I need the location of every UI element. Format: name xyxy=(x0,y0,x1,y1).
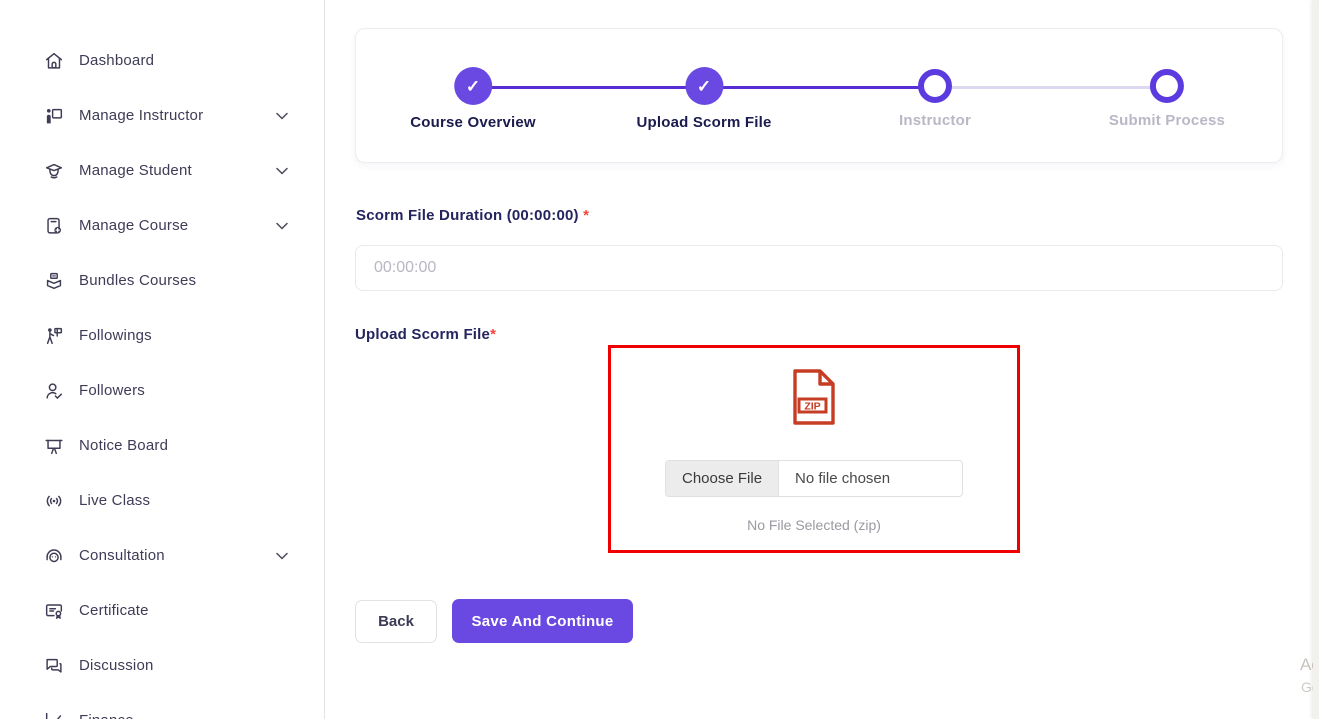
step-label: Upload Scorm File xyxy=(636,114,772,131)
step-label: Instructor xyxy=(898,112,972,129)
chevron-down-icon xyxy=(276,112,288,120)
step-pending-circle[interactable] xyxy=(917,69,952,103)
sidebar-item-label: Followers xyxy=(79,382,145,399)
sidebar-item-bundles-courses[interactable]: Bundles Courses xyxy=(0,253,324,308)
sidebar-item-certificate[interactable]: Certificate xyxy=(0,583,324,638)
scorm-duration-input[interactable] xyxy=(355,245,1283,291)
sidebar-item-label: Manage Course xyxy=(79,217,189,234)
sidebar-item-followers[interactable]: Followers xyxy=(0,363,324,418)
step-label: Course Overview xyxy=(410,114,536,131)
zip-file-icon: ZIP xyxy=(792,368,836,431)
scorm-upload-dropzone[interactable]: ZIP Choose File No file chosen No File S… xyxy=(608,345,1020,553)
sidebar-item-label: Notice Board xyxy=(79,437,169,454)
sidebar-item-finance[interactable]: Finance xyxy=(0,693,324,719)
sidebar: Dashboard Manage Instructor Manage Stude… xyxy=(0,0,325,719)
step-instructor: Instructor xyxy=(899,67,971,129)
student-icon xyxy=(42,159,66,183)
sidebar-item-label: Bundles Courses xyxy=(79,272,197,289)
back-button[interactable]: Back xyxy=(355,600,437,643)
sidebar-item-manage-student[interactable]: Manage Student xyxy=(0,143,324,198)
duration-field-label: Scorm File Duration (00:00:00) * xyxy=(356,207,590,224)
background-window-edge xyxy=(1313,0,1319,719)
sidebar-item-label: Finance xyxy=(79,712,134,719)
choose-file-button[interactable]: Choose File xyxy=(666,461,780,496)
sidebar-item-consultation[interactable]: Consultation xyxy=(0,528,324,583)
step-label: Submit Process xyxy=(1108,112,1226,129)
chevron-down-icon xyxy=(276,167,288,175)
file-input-control[interactable]: Choose File No file chosen xyxy=(665,460,963,497)
sidebar-item-label: Consultation xyxy=(79,547,165,564)
svg-text:ZIP: ZIP xyxy=(804,401,820,413)
followings-icon xyxy=(42,324,66,348)
sidebar-item-dashboard[interactable]: Dashboard xyxy=(0,33,324,88)
required-marker: * xyxy=(490,326,497,343)
chevron-down-icon xyxy=(276,552,288,560)
sidebar-item-label: Dashboard xyxy=(79,52,155,69)
step-pending-circle[interactable] xyxy=(1149,69,1184,103)
certificate-icon xyxy=(42,599,66,623)
check-icon: ✓ xyxy=(465,76,481,96)
home-icon xyxy=(42,49,66,73)
sidebar-item-followings[interactable]: Followings xyxy=(0,308,324,363)
sidebar-item-manage-course[interactable]: Manage Course xyxy=(0,198,324,253)
step-upload-scorm-file: ✓ Upload Scorm File xyxy=(636,67,771,131)
instructor-icon xyxy=(42,104,66,128)
no-file-selected-text: No File Selected (zip) xyxy=(747,517,881,533)
sidebar-item-manage-instructor[interactable]: Manage Instructor xyxy=(0,88,324,143)
step-completed-circle[interactable]: ✓ xyxy=(454,67,492,105)
chevron-down-icon xyxy=(276,222,288,230)
app-root: Dashboard Manage Instructor Manage Stude… xyxy=(0,0,1319,719)
sidebar-item-label: Manage Instructor xyxy=(79,107,204,124)
followers-icon xyxy=(42,379,66,403)
upload-field-label: Upload Scorm File* xyxy=(355,326,497,343)
file-chosen-status: No file chosen xyxy=(795,470,891,487)
finance-icon xyxy=(42,709,66,719)
sidebar-item-label: Followings xyxy=(79,327,152,344)
step-course-overview: ✓ Course Overview xyxy=(410,67,536,131)
sidebar-item-label: Manage Student xyxy=(79,162,192,179)
consultation-icon xyxy=(42,544,66,568)
required-marker: * xyxy=(583,207,590,224)
live-class-icon xyxy=(42,489,66,513)
bundles-icon xyxy=(42,269,66,293)
sidebar-item-notice-board[interactable]: Notice Board xyxy=(0,418,324,473)
check-icon: ✓ xyxy=(696,76,712,96)
sidebar-item-label: Live Class xyxy=(79,492,151,509)
save-and-continue-button[interactable]: Save And Continue xyxy=(452,599,633,643)
step-submit-process: Submit Process xyxy=(1109,67,1225,129)
sidebar-item-label: Discussion xyxy=(79,657,154,674)
discussion-icon xyxy=(42,654,66,678)
sidebar-item-live-class[interactable]: Live Class xyxy=(0,473,324,528)
sidebar-item-discussion[interactable]: Discussion xyxy=(0,638,324,693)
sidebar-item-label: Certificate xyxy=(79,602,149,619)
notice-board-icon xyxy=(42,434,66,458)
course-icon xyxy=(42,214,66,238)
step-completed-circle[interactable]: ✓ xyxy=(685,67,723,105)
stepper-card: ✓ Course Overview ✓ Upload Scorm File In… xyxy=(355,28,1283,163)
